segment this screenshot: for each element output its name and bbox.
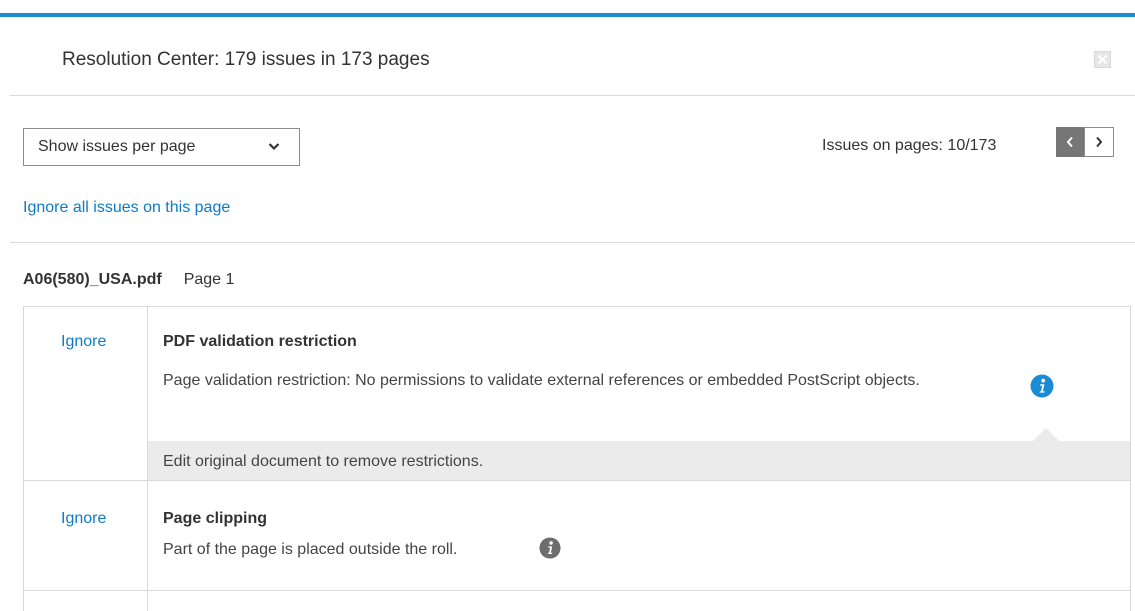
issue-title: PDF validation restriction: [163, 333, 357, 350]
fix-suggestion: Edit original document to remove restric…: [148, 441, 1130, 480]
fix-callout-pointer: [1033, 428, 1059, 441]
issue-row-divider: [23, 480, 1131, 481]
file-page: Page 1: [183, 271, 235, 288]
top-accent-bar: [0, 13, 1135, 17]
ignore-all-issues-link[interactable]: Ignore all issues on this page: [23, 199, 230, 217]
issue-ignore-link[interactable]: Ignore: [61, 510, 106, 528]
dialog-title: Resolution Center: 179 issues in 173 pag…: [62, 49, 430, 70]
previous-page-button[interactable]: [1056, 127, 1084, 157]
file-heading: A06(580)_USA.pdf Page 1: [23, 271, 234, 289]
view-mode-select-value: Show issues per page: [38, 138, 196, 155]
close-button[interactable]: [1094, 51, 1111, 68]
issue-description: Page validation restriction: No permissi…: [163, 372, 920, 389]
info-icon[interactable]: [539, 537, 561, 559]
issue-title: Page clipping: [163, 510, 268, 527]
close-icon: [1097, 54, 1108, 65]
fix-suggestion-text: Edit original document to remove restric…: [163, 453, 484, 470]
view-mode-select[interactable]: Show issues per page: [23, 128, 300, 166]
info-icon[interactable]: [1030, 374, 1054, 398]
page-pager: [1056, 127, 1114, 157]
chevron-down-icon: [268, 143, 280, 151]
issues-on-pages-counter: Issues on pages: 10/173: [822, 137, 997, 154]
issue-description: Part of the page is placed outside the r…: [163, 541, 458, 558]
chevron-left-icon: [1066, 136, 1073, 148]
chevron-right-icon: [1096, 136, 1103, 148]
header-divider: [10, 95, 1135, 96]
file-name: A06(580)_USA.pdf: [23, 271, 162, 288]
issue-ignore-link[interactable]: Ignore: [61, 333, 106, 351]
issue-row-divider: [23, 590, 1131, 591]
section-divider: [10, 242, 1135, 243]
next-page-button[interactable]: [1084, 127, 1114, 157]
